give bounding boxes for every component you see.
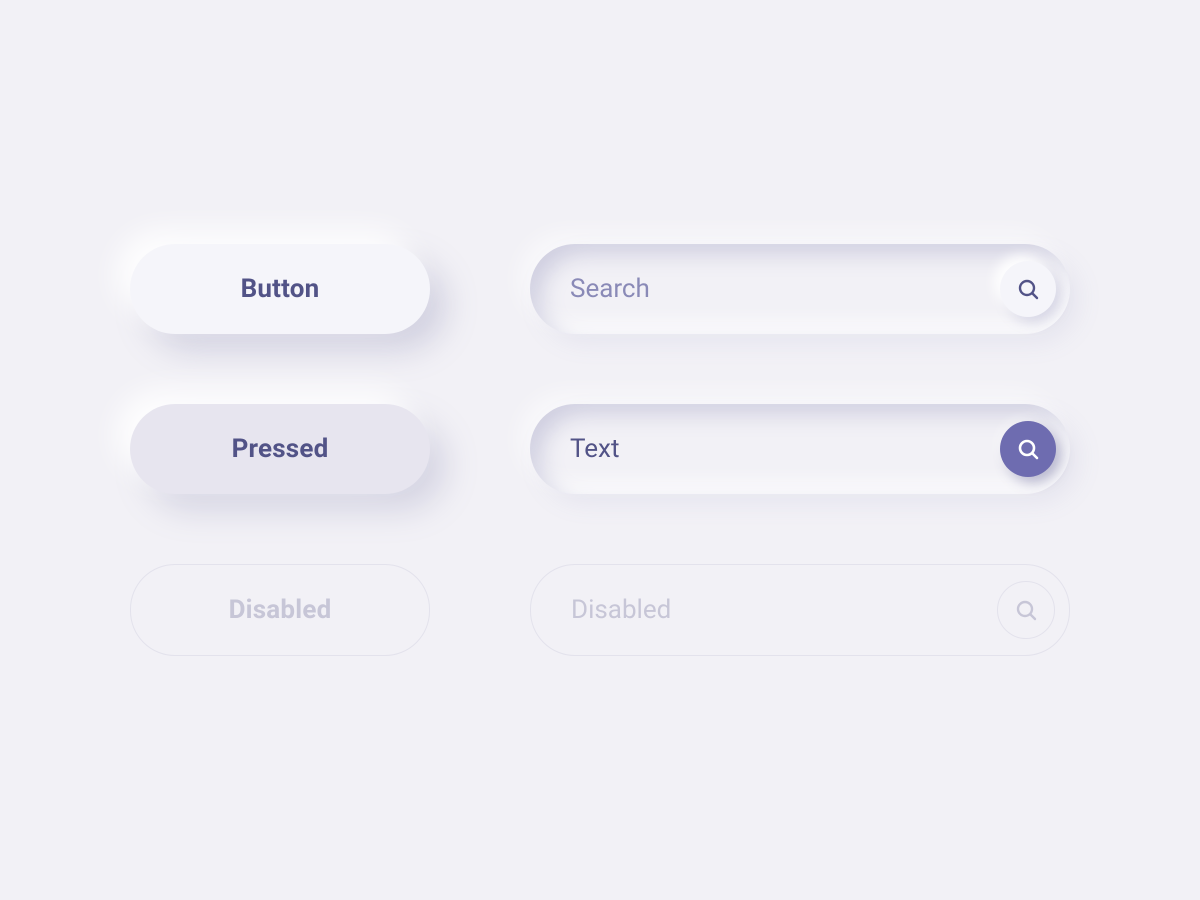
search-icon (1016, 437, 1040, 461)
search-submit-button-disabled (997, 581, 1055, 639)
search-submit-button[interactable] (1000, 261, 1056, 317)
search-value: Text (570, 434, 984, 464)
search-icon (1014, 598, 1038, 622)
search-placeholder-disabled: Disabled (571, 595, 981, 625)
search-submit-button-active[interactable] (1000, 421, 1056, 477)
component-grid: Button Search Pressed Text (130, 244, 1070, 656)
button-default[interactable]: Button (130, 244, 430, 334)
button-disabled: Disabled (130, 564, 430, 656)
search-field-filled[interactable]: Text (530, 404, 1070, 494)
button-pressed[interactable]: Pressed (130, 404, 430, 494)
search-placeholder: Search (570, 274, 984, 304)
search-field-disabled: Disabled (530, 564, 1070, 656)
ui-kit-canvas: Button Search Pressed Text (0, 0, 1200, 900)
search-field-default[interactable]: Search (530, 244, 1070, 334)
search-icon (1016, 277, 1040, 301)
